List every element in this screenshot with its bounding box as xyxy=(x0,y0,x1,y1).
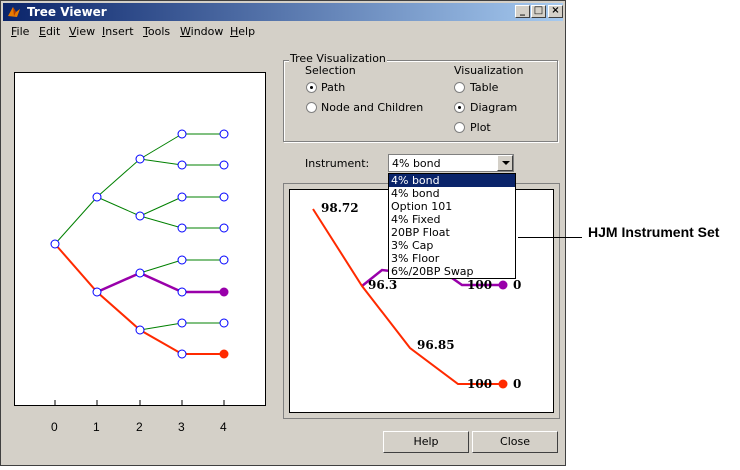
instrument-dropdown-list[interactable]: 4% bond 4% bond Option 101 4% Fixed 20BP… xyxy=(388,173,516,279)
diagram-value-label: 98.72 xyxy=(321,201,359,215)
dropdown-option[interactable]: 4% bond xyxy=(389,187,515,200)
callout-line xyxy=(518,237,582,238)
dropdown-option[interactable]: 20BP Float xyxy=(389,226,515,239)
dropdown-option[interactable]: 4% bond xyxy=(389,174,515,187)
diagram-value-label: 100 xyxy=(467,377,493,391)
diagram-node-purple xyxy=(498,280,508,290)
diagram-value-label: 0 xyxy=(513,377,522,391)
diagram-value-label: 100 xyxy=(467,278,493,292)
help-button[interactable]: Help xyxy=(383,431,469,453)
dropdown-option[interactable]: Option 101 xyxy=(389,200,515,213)
diagram-node-red xyxy=(498,379,508,389)
diagram-value-label: 0 xyxy=(513,278,522,292)
dropdown-option[interactable]: 3% Cap xyxy=(389,239,515,252)
callout-label: HJM Instrument Set xyxy=(588,224,720,240)
diagram-value-label: 96.85 xyxy=(417,338,455,352)
dropdown-option[interactable]: 6%/20BP Swap xyxy=(389,265,515,278)
diagram-value-label: 96.3 xyxy=(368,278,398,292)
dropdown-option[interactable]: 3% Floor xyxy=(389,252,515,265)
close-button[interactable]: Close xyxy=(472,431,558,453)
dropdown-option[interactable]: 4% Fixed xyxy=(389,213,515,226)
